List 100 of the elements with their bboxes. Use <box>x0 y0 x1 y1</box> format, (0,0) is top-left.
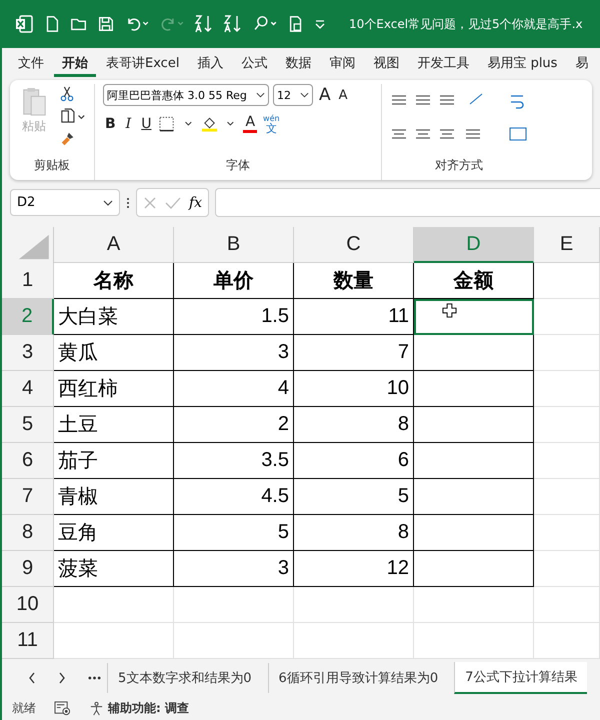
row-header[interactable]: 8 <box>2 515 54 551</box>
copy-icon[interactable] <box>60 108 86 125</box>
insert-function-button[interactable]: fx <box>189 194 202 210</box>
previous-sheet-icon[interactable] <box>28 672 36 684</box>
table-cell <box>534 551 600 587</box>
table-cell: 3 <box>174 335 294 371</box>
sort-ascending-icon[interactable] <box>194 14 214 34</box>
font-size-dropdown[interactable]: 12 <box>273 84 313 106</box>
italic-button[interactable]: I <box>124 116 134 132</box>
table-cell: 8 <box>294 407 414 443</box>
table-cell: 菠菜 <box>54 551 174 587</box>
excel-logo-icon[interactable] <box>14 14 34 34</box>
grow-font-button[interactable]: A <box>317 85 333 105</box>
header-cell: 名称 <box>54 263 174 299</box>
ribbon-tab[interactable]: 表哥讲Excel <box>98 50 188 76</box>
accessibility-icon <box>89 701 104 716</box>
row-header[interactable]: 3 <box>2 335 54 371</box>
table-cell: 4 <box>174 371 294 407</box>
font-name-dropdown[interactable]: 阿里巴巴普惠体 3.0 55 Reg <box>103 84 269 106</box>
scissors-icon[interactable] <box>60 86 74 102</box>
table-cell <box>534 443 600 479</box>
group-label: 字体 <box>226 157 250 174</box>
underline-button[interactable]: U <box>139 116 154 132</box>
name-box[interactable]: D2 <box>10 189 120 216</box>
table-cell <box>534 407 600 443</box>
macro-record-icon[interactable] <box>54 701 71 716</box>
format-painter-icon[interactable] <box>60 131 76 147</box>
window-title: 10个Excel常见问题，见过5个你就是高手.x <box>349 16 583 32</box>
column-header[interactable]: A <box>54 227 174 263</box>
bold-button[interactable]: B <box>103 116 118 132</box>
ribbon-tab[interactable]: 易 <box>567 50 596 76</box>
group-label: 对齐方式 <box>435 157 483 174</box>
table-cell: 1.5 <box>174 299 294 335</box>
table-cell <box>534 299 600 335</box>
table-cell: 大白菜 <box>54 299 174 335</box>
column-header[interactable]: E <box>534 227 600 263</box>
table-cell: 10 <box>294 371 414 407</box>
accessibility-button[interactable]: 辅助功能: 调查 <box>89 700 189 717</box>
more-options-icon[interactable] <box>126 196 130 208</box>
table-cell: 黄瓜 <box>54 335 174 371</box>
table-cell <box>534 479 600 515</box>
row-header[interactable]: 9 <box>2 551 54 587</box>
table-cell <box>534 587 600 623</box>
sheet-tab[interactable]: 6循环引用导致计算结果为0 <box>268 663 448 693</box>
caret-icon <box>300 92 309 98</box>
formula-input[interactable] <box>215 188 600 217</box>
table-cell: 土豆 <box>54 407 174 443</box>
table-cell: 5 <box>294 479 414 515</box>
header-cell: 单价 <box>174 263 294 299</box>
row-header[interactable]: 7 <box>2 479 54 515</box>
customize-caret-icon[interactable] <box>314 19 326 29</box>
caret-icon <box>103 200 113 206</box>
sheet-tab[interactable]: 5文本数字求和结果为0 <box>107 663 262 693</box>
ribbon-tab[interactable]: 视图 <box>365 50 408 76</box>
font-color-button[interactable]: A <box>243 115 258 133</box>
ribbon-tab[interactable]: 开始 <box>54 50 96 76</box>
table-cell: 3.5 <box>174 443 294 479</box>
table-cell: 2 <box>174 407 294 443</box>
table-cell: 3 <box>174 551 294 587</box>
ribbon-tab[interactable]: 插入 <box>189 50 232 76</box>
row-header[interactable]: 1 <box>2 263 54 299</box>
row-header[interactable]: 6 <box>2 443 54 479</box>
table-cell: 茄子 <box>54 443 174 479</box>
more-sheets-icon[interactable] <box>88 676 101 680</box>
ribbon-tab[interactable]: 审阅 <box>321 50 364 76</box>
table-cell: 西红柿 <box>54 371 174 407</box>
ribbon-tab[interactable]: 开发工具 <box>409 50 478 76</box>
column-header[interactable]: B <box>174 227 294 263</box>
save-icon[interactable] <box>97 15 115 33</box>
header-cell: 金额 <box>414 263 534 299</box>
table-cell <box>534 623 600 659</box>
row-header[interactable]: 11 <box>2 623 54 659</box>
cursor-icon <box>442 303 457 318</box>
table-cell <box>534 515 600 551</box>
caret-icon <box>256 92 265 98</box>
next-sheet-icon[interactable] <box>58 672 66 684</box>
row-header[interactable]: 4 <box>2 371 54 407</box>
ribbon-tab[interactable]: 数据 <box>277 50 320 76</box>
ribbon-tab[interactable]: 公式 <box>233 50 276 76</box>
table-cell: 4.5 <box>174 479 294 515</box>
sheet-tab[interactable]: 7公式下拉计算结果 <box>454 662 588 694</box>
header-cell: 数量 <box>294 263 414 299</box>
table-cell: 豆角 <box>54 515 174 551</box>
ribbon-tab[interactable]: 易用宝 plus <box>479 50 566 76</box>
check-icon[interactable] <box>165 196 181 210</box>
table-cell <box>534 371 600 407</box>
row-header[interactable]: 5 <box>2 407 54 443</box>
ribbon-tab[interactable]: 文件 <box>10 50 52 76</box>
shrink-font-button[interactable]: A <box>336 88 350 102</box>
phonetic-guide-button[interactable]: wén 文 <box>263 114 280 134</box>
sort-descending-icon[interactable] <box>223 14 243 34</box>
row-header[interactable]: 10 <box>2 587 54 623</box>
table-cell <box>534 335 600 371</box>
table-cell: 6 <box>294 443 414 479</box>
column-header[interactable]: C <box>294 227 414 263</box>
status-text: 就绪 <box>12 700 36 717</box>
table-cell: 11 <box>294 299 414 335</box>
table-cell: 5 <box>174 515 294 551</box>
group-label: 剪贴板 <box>34 157 70 174</box>
table-cell: 7 <box>294 335 414 371</box>
